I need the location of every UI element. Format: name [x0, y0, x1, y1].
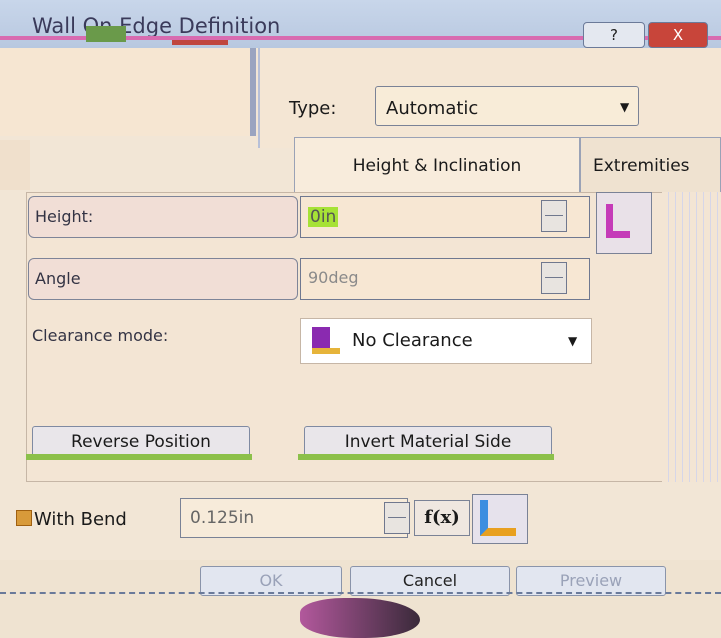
- footer-divider: [0, 592, 721, 594]
- clearance-value: No Clearance: [352, 330, 473, 351]
- no-clearance-icon-base: [312, 348, 340, 354]
- type-label: Type:: [289, 98, 337, 119]
- background-artifact: [300, 598, 420, 638]
- window-title: Wall On Edge Definition: [32, 14, 281, 38]
- formula-button[interactable]: f(x): [414, 500, 470, 536]
- close-button[interactable]: X: [648, 22, 708, 48]
- height-stepper[interactable]: [541, 200, 567, 232]
- left-pane: [0, 48, 256, 136]
- tool-icon: [172, 40, 228, 45]
- panel-decor: [662, 192, 721, 482]
- sketch-icon: [86, 26, 126, 42]
- bend-radius-stepper[interactable]: [384, 502, 410, 534]
- angle-mode-selector[interactable]: Angle: [28, 258, 298, 300]
- height-value: 0in: [308, 207, 339, 227]
- angle-bracket-icon: [606, 204, 630, 238]
- with-bend-checkbox[interactable]: [16, 510, 32, 526]
- chevron-down-icon[interactable]: ▼: [620, 100, 629, 114]
- help-button[interactable]: ?: [583, 22, 645, 48]
- button-underline: [26, 454, 252, 460]
- height-mode-selector[interactable]: Height:: [28, 196, 298, 238]
- left-pane-lower: [0, 140, 30, 190]
- clearance-mode-label: Clearance mode:: [32, 326, 169, 345]
- type-value: Automatic: [386, 98, 479, 119]
- bend-icon: [480, 500, 516, 536]
- bend-radius-value: 0.125in: [190, 508, 255, 528]
- angle-value: 90deg: [308, 268, 359, 287]
- tab-extremities[interactable]: Extremities: [580, 137, 721, 193]
- button-underline: [298, 454, 554, 460]
- with-bend-label: With Bend: [34, 509, 127, 530]
- angle-stepper[interactable]: [541, 262, 567, 294]
- chevron-down-icon[interactable]: ▼: [568, 334, 577, 348]
- tab-height-inclination[interactable]: Height & Inclination: [294, 137, 580, 193]
